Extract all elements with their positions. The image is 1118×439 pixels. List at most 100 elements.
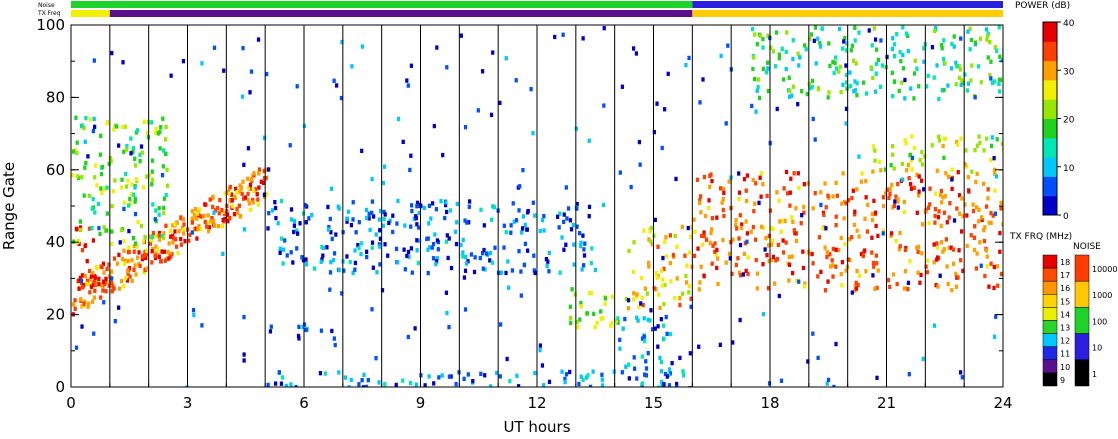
echo-cell bbox=[917, 174, 921, 179]
echo-cell bbox=[892, 79, 897, 84]
echo-cell bbox=[907, 372, 911, 377]
echo-cell bbox=[610, 321, 614, 326]
echo-cell bbox=[517, 384, 521, 387]
echo-cell bbox=[132, 249, 136, 254]
echo-cell bbox=[950, 167, 954, 172]
echo-cell bbox=[940, 43, 944, 48]
echo-cell bbox=[445, 209, 449, 215]
echo-cell bbox=[300, 255, 304, 260]
echo-cell bbox=[635, 376, 639, 381]
echo-cell bbox=[823, 245, 827, 250]
txfreq-colorbar-swatch bbox=[1042, 254, 1058, 269]
echo-cell bbox=[739, 225, 744, 231]
echo-cell bbox=[680, 224, 684, 230]
echo-cell bbox=[792, 171, 796, 176]
echo-cell bbox=[978, 240, 982, 245]
echo-cell bbox=[675, 385, 679, 387]
noise-colorbar-swatch bbox=[1074, 254, 1090, 282]
echo-cell bbox=[638, 162, 642, 167]
echo-cell bbox=[427, 221, 431, 226]
echo-cell bbox=[92, 295, 97, 300]
echo-cell bbox=[547, 379, 552, 385]
echo-cell bbox=[74, 345, 79, 350]
echo-cell bbox=[801, 249, 805, 254]
echo-cell bbox=[800, 89, 804, 94]
echo-cell bbox=[225, 203, 229, 209]
echo-cell bbox=[93, 175, 97, 180]
echo-cell bbox=[562, 219, 566, 225]
echo-cell bbox=[80, 324, 84, 329]
echo-cell bbox=[758, 175, 762, 180]
echo-cell bbox=[502, 245, 506, 250]
echo-cell bbox=[203, 219, 207, 225]
txfreq-colorbar-swatch bbox=[1042, 280, 1058, 295]
echo-cell bbox=[269, 324, 273, 329]
echo-cell bbox=[920, 149, 924, 155]
echo-cell bbox=[252, 171, 256, 176]
echo-cell bbox=[842, 39, 846, 44]
echo-cell bbox=[192, 312, 196, 318]
echo-cell bbox=[320, 244, 324, 250]
echo-cell bbox=[248, 90, 252, 95]
echo-cell bbox=[995, 264, 1000, 269]
echo-cell bbox=[213, 223, 217, 229]
echo-cell bbox=[565, 216, 569, 221]
echo-cell bbox=[819, 190, 823, 195]
echo-cell bbox=[396, 198, 400, 204]
echo-cell bbox=[589, 290, 594, 296]
echo-cell bbox=[80, 175, 84, 180]
echo-cell bbox=[996, 283, 1000, 288]
echo-cell bbox=[972, 235, 977, 240]
echo-cell bbox=[378, 228, 382, 233]
echo-cell bbox=[368, 227, 372, 233]
echo-cell bbox=[110, 50, 114, 56]
echo-cell bbox=[993, 211, 998, 216]
echo-cell bbox=[912, 96, 916, 101]
echo-cell bbox=[874, 210, 878, 215]
echo-cell bbox=[852, 58, 856, 63]
echo-cell bbox=[788, 94, 792, 99]
echo-cell bbox=[520, 230, 524, 235]
echo-cell bbox=[669, 331, 673, 337]
echo-cell bbox=[746, 255, 750, 260]
echo-cell bbox=[406, 83, 410, 88]
echo-cell bbox=[153, 217, 157, 222]
echo-cell bbox=[823, 181, 827, 186]
echo-cell bbox=[161, 148, 166, 153]
echo-cell bbox=[702, 233, 706, 239]
echo-cell bbox=[142, 119, 147, 124]
echo-cell bbox=[499, 270, 504, 275]
echo-cell bbox=[86, 154, 90, 159]
echo-cell bbox=[151, 234, 155, 240]
echo-cell bbox=[945, 220, 949, 225]
echo-cell bbox=[816, 86, 821, 92]
echo-cell bbox=[161, 116, 165, 121]
echo-cell bbox=[909, 186, 914, 191]
echo-cell bbox=[111, 189, 116, 194]
echo-cell bbox=[281, 261, 285, 266]
echo-cell bbox=[899, 59, 903, 64]
echo-cell bbox=[753, 32, 757, 37]
echo-cell bbox=[903, 77, 907, 83]
echo-cell bbox=[151, 202, 155, 207]
echo-cell bbox=[670, 361, 674, 366]
echo-cell bbox=[703, 213, 708, 219]
echo-cell bbox=[122, 149, 126, 154]
echo-cell bbox=[202, 213, 206, 219]
echo-cell bbox=[538, 348, 542, 353]
echo-cell bbox=[360, 148, 364, 154]
echo-cell bbox=[257, 167, 262, 172]
echo-cell bbox=[464, 261, 469, 266]
echo-cell bbox=[97, 282, 101, 287]
echo-cell bbox=[129, 151, 133, 156]
echo-cell bbox=[134, 241, 138, 246]
echo-cell bbox=[351, 217, 355, 222]
echo-cell bbox=[813, 137, 817, 142]
echo-cell bbox=[892, 42, 897, 47]
power-colorbar-swatch bbox=[1043, 118, 1057, 139]
echo-cell bbox=[876, 57, 881, 63]
echo-cell bbox=[660, 145, 664, 151]
echo-cell bbox=[950, 288, 954, 293]
echo-cell bbox=[618, 337, 622, 343]
echo-cell bbox=[302, 322, 307, 327]
